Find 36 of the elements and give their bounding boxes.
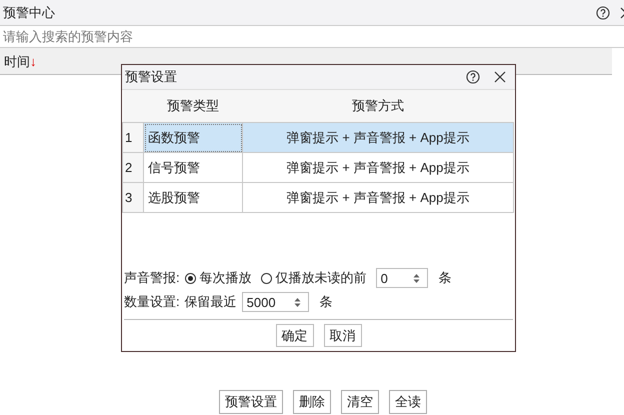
field-label: 数量设置: (124, 293, 180, 311)
dialog-button[interactable]: 确定 (276, 324, 314, 347)
window-title: 预警中心 (3, 4, 55, 22)
table-cell[interactable]: 弹窗提示 + 声音警报 + App提示 (242, 182, 514, 212)
table-cell[interactable]: 弹窗提示 + 声音警报 + App提示 (242, 122, 514, 152)
field-label: 保留最近 (184, 293, 237, 311)
table-cell[interactable]: 信号预警 (144, 152, 242, 182)
radio-label[interactable]: 仅播放未读的前 (276, 269, 367, 287)
row-number: 2 (122, 152, 144, 182)
column-header: 预警方式 (242, 90, 514, 122)
radio-label[interactable]: 每次播放 (200, 269, 252, 287)
action-button[interactable]: 预警设置 (219, 390, 283, 414)
unit-label: 条 (438, 269, 452, 287)
unit-label: 条 (320, 293, 333, 311)
close-icon[interactable] (494, 71, 506, 83)
column-header: 预警类型 (144, 90, 242, 122)
row-number: 3 (122, 182, 144, 212)
radio-button[interactable] (184, 272, 196, 284)
help-icon[interactable] (466, 70, 480, 84)
radio-button[interactable] (260, 272, 272, 284)
action-button[interactable]: 清空 (341, 390, 379, 414)
table-cell[interactable]: 选股预警 (144, 182, 242, 212)
spinner-arrows-icon[interactable] (294, 296, 301, 308)
table-cell[interactable]: 函数预警 (144, 122, 242, 152)
spinner-arrows-icon[interactable] (412, 272, 420, 284)
dialog-title: 预警设置 (125, 68, 177, 86)
action-button[interactable]: 删除 (293, 390, 331, 414)
field-label: 声音警报: (124, 269, 180, 287)
action-button[interactable]: 全读 (389, 390, 427, 414)
row-number: 1 (122, 122, 144, 152)
dialog-button[interactable]: 取消 (324, 324, 362, 347)
help-icon[interactable] (596, 6, 610, 20)
number-field[interactable]: 0 (376, 268, 428, 288)
table-cell[interactable]: 弹窗提示 + 声音警报 + App提示 (242, 152, 514, 182)
number-field[interactable]: 5000 (242, 292, 309, 312)
column-header[interactable]: 时间↓ (0, 53, 146, 71)
